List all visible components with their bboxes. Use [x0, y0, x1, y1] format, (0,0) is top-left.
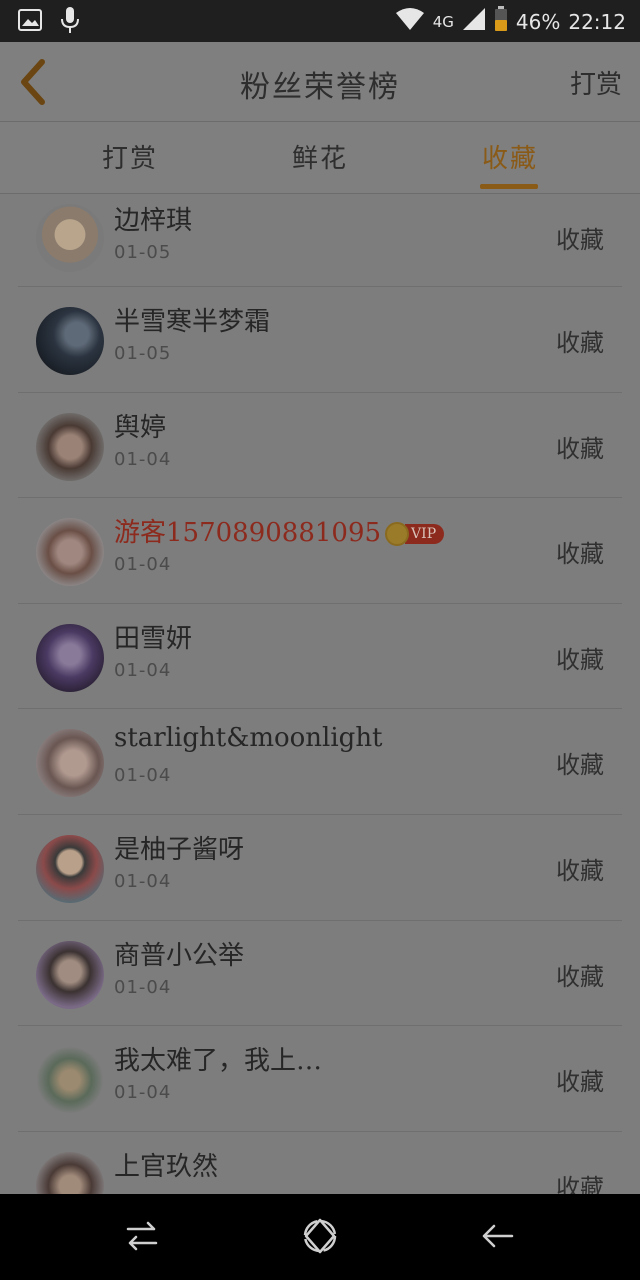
- avatar[interactable]: [36, 518, 104, 587]
- tab-flowers[interactable]: 鲜花: [260, 138, 380, 175]
- tab-reward[interactable]: 打赏: [70, 138, 190, 175]
- tab-bar: 打赏 鲜花 收藏: [0, 122, 640, 194]
- list-item[interactable]: 舆婷 01-04 收藏: [18, 393, 622, 499]
- avatar[interactable]: [36, 204, 104, 272]
- item-action: 收藏: [556, 1068, 604, 1097]
- user-name: starlight&moonlight: [114, 723, 383, 754]
- recent-apps-icon: [126, 1221, 158, 1251]
- user-name: 我太难了，我上…: [114, 1046, 323, 1077]
- avatar[interactable]: [36, 1046, 104, 1115]
- item-date: 01-04: [114, 870, 172, 892]
- avatar[interactable]: [36, 940, 104, 1009]
- list-item[interactable]: 商普小公举 01-04 收藏: [18, 921, 622, 1027]
- list-item[interactable]: 边梓琪 01-05 收藏: [18, 194, 622, 287]
- back-nav-button[interactable]: [476, 1214, 520, 1258]
- item-date: 01-04: [114, 976, 172, 998]
- wifi-icon: [395, 7, 425, 36]
- avatar[interactable]: [36, 729, 104, 798]
- list-item[interactable]: 游客1570890881095 VIP 01-04 收藏: [18, 498, 622, 604]
- avatar[interactable]: [36, 307, 104, 375]
- item-action: 收藏: [556, 645, 604, 674]
- list-item[interactable]: 半雪寒半梦霜 01-05 收藏: [18, 287, 622, 393]
- list-item[interactable]: starlight&moonlight 01-04 收藏: [18, 709, 622, 815]
- battery-icon: [494, 6, 508, 37]
- avatar[interactable]: [36, 412, 104, 481]
- active-tab-indicator: [480, 184, 538, 189]
- image-icon: [18, 9, 42, 35]
- tab-favorites[interactable]: 收藏: [450, 138, 570, 175]
- fan-list[interactable]: 边梓琪 01-05 收藏 半雪寒半梦霜 01-05 收藏 舆婷 01-04 收藏…: [18, 194, 622, 1194]
- home-icon: [303, 1218, 337, 1254]
- app-header: 粉丝荣誉榜 打赏: [0, 42, 640, 122]
- item-action: 收藏: [556, 434, 604, 463]
- battery-level: 46%: [515, 9, 561, 34]
- avatar[interactable]: [36, 834, 104, 903]
- user-name: 半雪寒半梦霜: [114, 307, 271, 337]
- list-item[interactable]: 田雪妍 01-04 收藏: [18, 604, 622, 710]
- back-icon: [482, 1224, 514, 1248]
- item-action: 收藏: [556, 540, 604, 569]
- signal-icon: [462, 7, 486, 36]
- item-date: 01-05: [114, 343, 172, 364]
- item-date: 01-04: [114, 659, 172, 681]
- user-name-text: 游客1570890881095: [114, 518, 382, 549]
- item-date: 01-05: [114, 242, 172, 263]
- reward-button[interactable]: 打赏: [570, 64, 622, 101]
- vip-label: VIP: [405, 524, 445, 545]
- item-date: 01-04: [114, 554, 172, 576]
- vip-badge: VIP: [385, 522, 445, 547]
- avatar[interactable]: [36, 623, 104, 692]
- user-name: 是柚子酱呀: [114, 834, 245, 865]
- user-name: 商普小公举: [114, 940, 245, 971]
- item-action: 收藏: [556, 329, 604, 357]
- list-item[interactable]: 我太难了，我上… 01-04 收藏: [18, 1026, 622, 1132]
- status-bar: 4G 46% 22:12: [0, 0, 640, 42]
- network-type: 4G: [432, 12, 454, 31]
- item-date: 01-04: [114, 765, 172, 787]
- page-title: 粉丝荣誉榜: [240, 70, 400, 105]
- user-name: 边梓琪: [114, 206, 193, 236]
- item-date: 01-04: [114, 1082, 172, 1104]
- item-action: 收藏: [556, 856, 604, 885]
- item-action: 收藏: [556, 962, 604, 991]
- item-action: 收藏: [556, 1173, 604, 1194]
- user-name: 上官玖然: [114, 1151, 219, 1182]
- user-name: 田雪妍: [114, 623, 193, 654]
- item-date: 01-04: [114, 448, 172, 470]
- avatar[interactable]: [36, 1151, 104, 1194]
- user-name: 游客1570890881095 VIP: [114, 512, 445, 549]
- home-button[interactable]: [298, 1214, 342, 1258]
- system-nav-bar: [0, 1194, 640, 1280]
- mic-icon: [60, 6, 80, 38]
- list-item[interactable]: 是柚子酱呀 01-04 收藏: [18, 815, 622, 921]
- item-action: 收藏: [556, 751, 604, 780]
- clock: 22:12: [568, 9, 626, 34]
- user-name: 舆婷: [114, 412, 167, 443]
- list-item[interactable]: 上官玖然 收藏: [18, 1132, 622, 1194]
- recent-apps-button[interactable]: [120, 1214, 164, 1258]
- item-action: 收藏: [556, 226, 604, 254]
